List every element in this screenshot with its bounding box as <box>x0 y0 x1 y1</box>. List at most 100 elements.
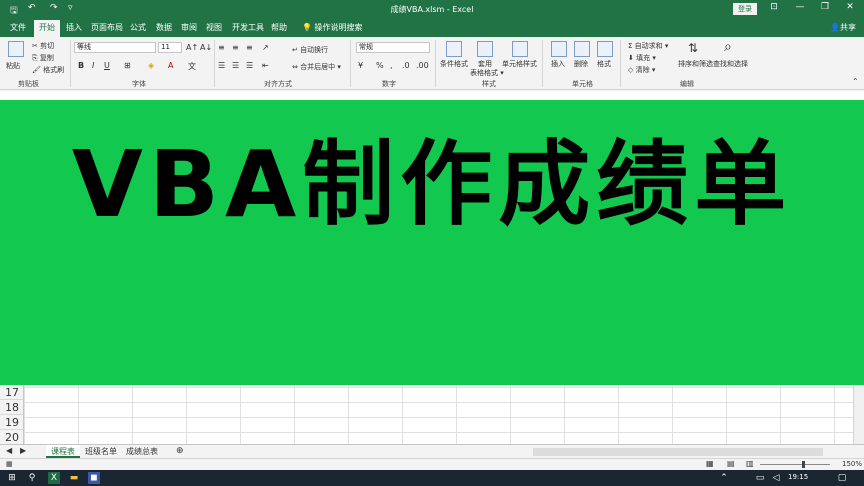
font-name-combo[interactable]: 等线 <box>74 42 156 53</box>
clock[interactable]: 19:15 <box>788 473 808 481</box>
grow-font-icon[interactable]: A↑ <box>186 43 198 52</box>
tab-developer[interactable]: 开发工具 <box>232 22 264 33</box>
tell-me-search[interactable]: 💡 操作说明搜索 <box>302 22 363 33</box>
font-color-icon[interactable]: A <box>168 61 173 70</box>
fill-button[interactable]: ⬇ 填充 ▾ <box>628 53 656 63</box>
shrink-font-icon[interactable]: A↓ <box>200 43 212 52</box>
page-layout-view-icon[interactable]: ▤ <box>727 459 735 468</box>
increase-decimal-icon[interactable]: .0 <box>402 61 410 70</box>
group-separator <box>435 40 436 87</box>
row-header-19[interactable]: 19 <box>0 415 24 430</box>
conditional-formatting-button[interactable]: 条件格式 <box>440 59 468 69</box>
app-icon[interactable]: ◼ <box>88 472 100 484</box>
currency-icon[interactable]: ¥ <box>358 61 363 70</box>
percent-button[interactable]: % <box>376 61 384 70</box>
cell-styles-icon[interactable] <box>512 41 528 57</box>
align-center-icon[interactable]: ☰ <box>232 61 239 70</box>
tab-page-layout[interactable]: 页面布局 <box>91 22 123 33</box>
collapse-ribbon-icon[interactable]: ⌃ <box>852 77 859 86</box>
align-middle-icon[interactable]: ≡ <box>232 43 239 52</box>
paste-icon[interactable] <box>8 41 24 57</box>
zoom-level[interactable]: 150% <box>842 460 862 468</box>
minimize-button[interactable]: — <box>790 2 810 12</box>
sheet-tab-schedule[interactable]: 课程表 <box>46 445 80 458</box>
network-icon[interactable]: ▭ <box>754 472 766 484</box>
tab-home[interactable]: 开始 <box>34 20 60 37</box>
sheet-tab-score-summary[interactable]: 成绩总表 <box>121 445 163 458</box>
zoom-slider-thumb[interactable] <box>802 461 805 468</box>
copy-button[interactable]: ⎘ 复制 <box>32 53 54 63</box>
phonetic-icon[interactable]: 文 <box>188 61 196 72</box>
volume-icon[interactable]: ◁ <box>770 472 782 484</box>
insert-cells-button[interactable]: 插入 <box>551 59 565 69</box>
format-as-table-icon[interactable] <box>477 41 493 57</box>
fill-color-icon[interactable]: ◈ <box>148 61 154 70</box>
clear-button[interactable]: ◇ 清除 ▾ <box>628 65 655 75</box>
tray-icon[interactable]: ⌃ <box>718 472 730 484</box>
ribbon-display-options-icon[interactable]: ⊡ <box>764 2 784 12</box>
zoom-slider[interactable] <box>760 464 830 465</box>
excel-app-icon[interactable]: X <box>48 472 60 484</box>
row-header-18[interactable]: 18 <box>0 400 24 415</box>
tab-data[interactable]: 数据 <box>156 22 172 33</box>
format-cells-icon[interactable] <box>597 41 613 57</box>
cut-button[interactable]: ✂ 剪切 <box>32 41 54 51</box>
tab-insert[interactable]: 插入 <box>66 22 82 33</box>
close-button[interactable]: ✕ <box>840 2 860 12</box>
orientation-icon[interactable]: ↗ <box>262 43 269 52</box>
notifications-icon[interactable]: ▢ <box>836 472 848 484</box>
delete-cells-button[interactable]: 删除 <box>574 59 588 69</box>
add-sheet-icon[interactable]: ⊕ <box>176 446 184 456</box>
sort-filter-icon[interactable]: ⇅ <box>688 41 698 55</box>
sort-filter-button[interactable]: 排序和筛选 <box>678 59 713 69</box>
bold-button[interactable]: B <box>78 61 84 70</box>
find-select-button[interactable]: 查找和选择 <box>713 59 748 69</box>
page-break-view-icon[interactable]: ▥ <box>746 459 754 468</box>
tab-review[interactable]: 审阅 <box>181 22 197 33</box>
file-explorer-icon[interactable]: ▬ <box>68 472 80 484</box>
format-painter-button[interactable]: 🖌 格式刷 <box>32 65 64 75</box>
format-cells-button[interactable]: 格式 <box>597 59 611 69</box>
login-button[interactable]: 登录 <box>733 3 757 15</box>
row-header-17[interactable]: 17 <box>0 385 24 400</box>
cell-styles-button[interactable]: 单元格样式 <box>502 59 537 69</box>
align-top-icon[interactable]: ≡ <box>218 43 225 52</box>
scroll-left-icon[interactable]: ◀ <box>6 446 12 455</box>
sheet-tab-class-list[interactable]: 班级名单 <box>80 445 122 458</box>
conditional-formatting-icon[interactable] <box>446 41 462 57</box>
borders-icon[interactable]: ⊞ <box>124 61 131 70</box>
italic-button[interactable]: I <box>92 61 94 70</box>
scroll-right-icon[interactable]: ▶ <box>20 446 26 455</box>
paste-button[interactable]: 粘贴 <box>6 61 20 71</box>
decrease-decimal-icon[interactable]: .00 <box>416 61 429 70</box>
autosum-button[interactable]: Σ 自动求和 ▾ <box>628 41 668 51</box>
windows-start-icon[interactable]: ⊞ <box>6 472 18 484</box>
tab-file[interactable]: 文件 <box>10 22 26 33</box>
find-select-icon[interactable]: ⌕ <box>724 39 732 55</box>
align-bottom-icon[interactable]: ≡ <box>246 43 253 52</box>
tab-view[interactable]: 视图 <box>206 22 222 33</box>
number-format-combo[interactable]: 常规 <box>356 42 430 53</box>
font-size-combo[interactable]: 11 <box>158 42 182 53</box>
wrap-text-button[interactable]: ↵ 自动换行 <box>292 45 328 55</box>
share-button[interactable]: 👤共享 <box>830 22 856 33</box>
tab-help[interactable]: 帮助 <box>271 22 287 33</box>
ribbon-tabs: 文件 开始 插入 页面布局 公式 数据 审阅 视图 开发工具 帮助 💡 操作说明… <box>0 18 864 37</box>
delete-cells-icon[interactable] <box>574 41 590 57</box>
group-separator <box>214 40 215 87</box>
merge-center-button[interactable]: ⇔ 合并后居中 ▾ <box>292 62 341 72</box>
title-banner: VBA制作成绩单 <box>0 100 864 385</box>
align-left-icon[interactable]: ☰ <box>218 61 225 70</box>
underline-button[interactable]: U <box>104 61 110 70</box>
search-icon[interactable]: ⚲ <box>26 472 38 484</box>
row-header-20[interactable]: 20 <box>0 430 24 445</box>
tab-formulas[interactable]: 公式 <box>130 22 146 33</box>
insert-cells-icon[interactable] <box>551 41 567 57</box>
macro-record-icon[interactable]: ▦ <box>6 460 13 468</box>
indent-icon[interactable]: ⇤ <box>262 61 269 70</box>
horizontal-scrollbar[interactable] <box>533 448 823 456</box>
comma-style-icon[interactable]: , <box>390 61 393 70</box>
restore-button[interactable]: ❐ <box>815 2 835 12</box>
align-right-icon[interactable]: ☰ <box>246 61 253 70</box>
normal-view-icon[interactable]: ▦ <box>706 459 714 468</box>
